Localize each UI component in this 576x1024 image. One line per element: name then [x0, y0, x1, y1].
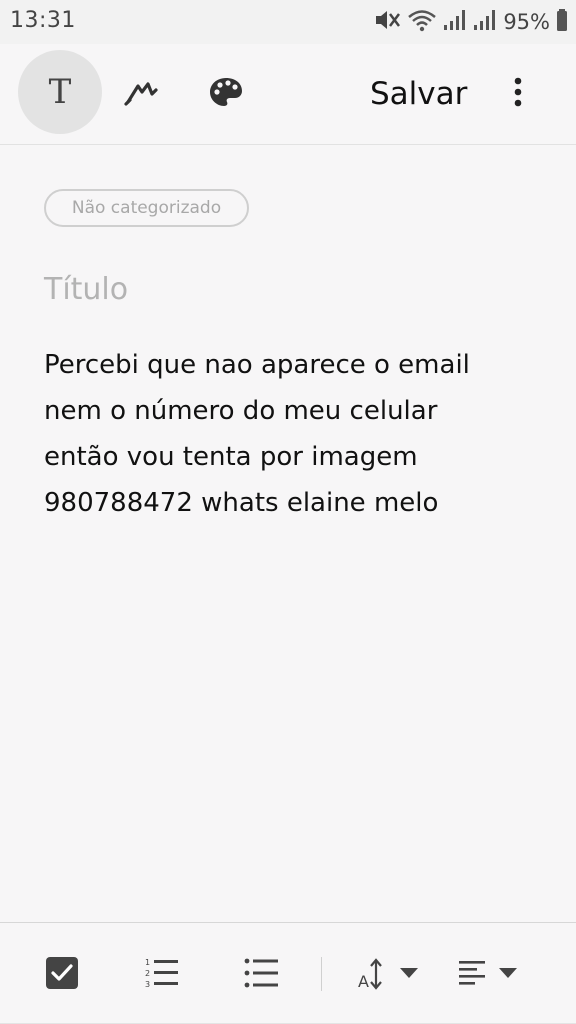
- signal-icon: [473, 8, 497, 36]
- battery-icon: [556, 8, 568, 36]
- text-mode-icon: T: [48, 72, 72, 112]
- note-body-line: Percebi que nao aparece o email: [44, 350, 470, 380]
- note-editor-screen: 13:31 95% T Salvar Não categorizado Títu…: [0, 0, 576, 1024]
- battery-percent: 95%: [503, 10, 550, 34]
- align-icon: [457, 958, 521, 992]
- pen-icon: [122, 74, 162, 114]
- palette-icon: [208, 76, 244, 112]
- text-size-icon: A: [356, 955, 422, 995]
- note-body-line: nem o número do meu celular: [44, 396, 438, 426]
- text-size-button[interactable]: A: [354, 953, 424, 997]
- toolbar-divider: [321, 957, 322, 991]
- signal-icon: [443, 8, 467, 36]
- save-button[interactable]: Salvar: [362, 72, 475, 116]
- status-bar: 13:31 95%: [0, 0, 576, 44]
- note-body-line: então vou tenta por imagem: [44, 442, 418, 472]
- numbered-list-icon: 1 2 3: [144, 957, 180, 993]
- svg-text:1: 1: [145, 958, 150, 967]
- category-chip[interactable]: Não categorizado: [44, 189, 249, 227]
- status-icons: 95%: [373, 6, 568, 38]
- formatting-toolbar: 1 2 3 A: [0, 922, 576, 1024]
- bullet-list-icon: [244, 957, 280, 993]
- mute-icon: [373, 8, 401, 36]
- more-options-button[interactable]: [500, 70, 536, 118]
- align-button[interactable]: [456, 953, 522, 997]
- editor-toolbar: T Salvar: [0, 44, 576, 145]
- status-time: 13:31: [10, 8, 76, 33]
- svg-text:A: A: [358, 972, 369, 991]
- svg-text:2: 2: [145, 969, 150, 978]
- wifi-icon: [407, 8, 437, 36]
- pen-button[interactable]: [118, 70, 166, 118]
- bullet-list-button[interactable]: [240, 953, 284, 997]
- text-mode-button[interactable]: T: [18, 50, 102, 134]
- svg-text:3: 3: [145, 980, 150, 989]
- note-body-line: 980788472 whats elaine melo: [44, 488, 439, 518]
- palette-button[interactable]: [202, 70, 250, 118]
- checkbox-icon: [45, 956, 79, 994]
- numbered-list-button[interactable]: 1 2 3: [140, 953, 184, 997]
- checkbox-button[interactable]: [40, 953, 84, 997]
- more-options-icon: [513, 77, 523, 111]
- note-body-editor[interactable]: Percebi que nao aparece o email nem o nú…: [44, 342, 544, 526]
- note-title-input[interactable]: Título: [44, 272, 128, 307]
